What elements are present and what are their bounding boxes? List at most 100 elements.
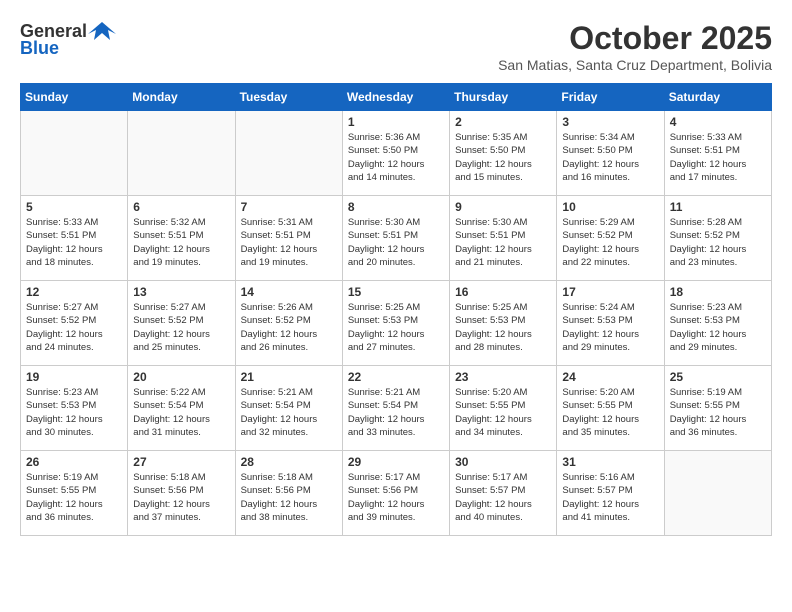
day-number: 21 [241, 370, 337, 384]
calendar-cell: 15Sunrise: 5:25 AMSunset: 5:53 PMDayligh… [342, 281, 449, 366]
logo-blue-text: Blue [20, 38, 59, 59]
cell-content: Sunrise: 5:19 AMSunset: 5:55 PMDaylight:… [26, 471, 122, 524]
cell-content: Sunrise: 5:27 AMSunset: 5:52 PMDaylight:… [133, 301, 229, 354]
calendar-header-row: SundayMondayTuesdayWednesdayThursdayFrid… [21, 84, 772, 111]
day-number: 3 [562, 115, 658, 129]
calendar-week-row: 5 Sunrise: 5:33 AMSunset: 5:51 PMDaylight… [21, 196, 772, 281]
calendar-cell: 13 Sunrise: 5:27 AMSunset: 5:52 PMDayligh… [128, 281, 235, 366]
calendar-cell: 3 Sunrise: 5:34 AMSunset: 5:50 PMDaylight… [557, 111, 664, 196]
day-number: 13 [133, 285, 229, 299]
calendar-cell: 1Sunrise: 5:36 AMSunset: 5:50 PMDaylight… [342, 111, 449, 196]
page-header: General Blue October 2025 San Matias, Sa… [20, 20, 772, 73]
calendar-cell: 31Sunrise: 5:16 AMSunset: 5:57 PMDayligh… [557, 451, 664, 536]
day-header-saturday: Saturday [664, 84, 771, 111]
logo-bird-icon [88, 20, 116, 42]
cell-content: Sunrise: 5:17 AMSunset: 5:56 PMDaylight:… [348, 471, 444, 524]
day-number: 10 [562, 200, 658, 214]
calendar-cell [235, 111, 342, 196]
calendar-cell: 18Sunrise: 5:23 AMSunset: 5:53 PMDayligh… [664, 281, 771, 366]
cell-content: Sunrise: 5:27 AMSunset: 5:52 PMDaylight:… [26, 301, 122, 354]
calendar-cell: 9 Sunrise: 5:30 AMSunset: 5:51 PMDaylight… [450, 196, 557, 281]
day-number: 30 [455, 455, 551, 469]
day-number: 29 [348, 455, 444, 469]
day-number: 4 [670, 115, 766, 129]
day-header-tuesday: Tuesday [235, 84, 342, 111]
logo: General Blue [20, 20, 117, 59]
calendar-cell: 7Sunrise: 5:31 AMSunset: 5:51 PMDaylight… [235, 196, 342, 281]
cell-content: Sunrise: 5:20 AMSunset: 5:55 PMDaylight:… [455, 386, 551, 439]
month-title: October 2025 [498, 20, 772, 57]
calendar-cell: 19 Sunrise: 5:23 AMSunset: 5:53 PMDayligh… [21, 366, 128, 451]
day-number: 14 [241, 285, 337, 299]
cell-content: Sunrise: 5:16 AMSunset: 5:57 PMDaylight:… [562, 471, 658, 524]
calendar-week-row: 1Sunrise: 5:36 AMSunset: 5:50 PMDaylight… [21, 111, 772, 196]
day-number: 2 [455, 115, 551, 129]
day-header-monday: Monday [128, 84, 235, 111]
cell-content: Sunrise: 5:35 AMSunset: 5:50 PMDaylight:… [455, 131, 551, 184]
cell-content: Sunrise: 5:33 AMSunset: 5:51 PMDaylight:… [26, 216, 122, 269]
calendar-cell: 21 Sunrise: 5:21 AMSunset: 5:54 PMDayligh… [235, 366, 342, 451]
calendar-cell: 10 Sunrise: 5:29 AMSunset: 5:52 PMDayligh… [557, 196, 664, 281]
cell-content: Sunrise: 5:30 AMSunset: 5:51 PMDaylight:… [348, 216, 444, 269]
cell-content: Sunrise: 5:18 AMSunset: 5:56 PMDaylight:… [133, 471, 229, 524]
day-number: 22 [348, 370, 444, 384]
calendar-cell [21, 111, 128, 196]
day-header-wednesday: Wednesday [342, 84, 449, 111]
calendar-cell: 17 Sunrise: 5:24 AMSunset: 5:53 PMDayligh… [557, 281, 664, 366]
calendar-cell: 24Sunrise: 5:20 AMSunset: 5:55 PMDayligh… [557, 366, 664, 451]
calendar-cell: 22 Sunrise: 5:21 AMSunset: 5:54 PMDayligh… [342, 366, 449, 451]
cell-content: Sunrise: 5:25 AMSunset: 5:53 PMDaylight:… [455, 301, 551, 354]
day-number: 16 [455, 285, 551, 299]
day-number: 11 [670, 200, 766, 214]
calendar-cell: 16 Sunrise: 5:25 AMSunset: 5:53 PMDayligh… [450, 281, 557, 366]
calendar-cell: 8Sunrise: 5:30 AMSunset: 5:51 PMDaylight… [342, 196, 449, 281]
day-number: 28 [241, 455, 337, 469]
day-number: 26 [26, 455, 122, 469]
calendar-cell: 5 Sunrise: 5:33 AMSunset: 5:51 PMDaylight… [21, 196, 128, 281]
day-number: 25 [670, 370, 766, 384]
cell-content: Sunrise: 5:28 AMSunset: 5:52 PMDaylight:… [670, 216, 766, 269]
day-number: 12 [26, 285, 122, 299]
calendar-cell [128, 111, 235, 196]
calendar-cell: 20 Sunrise: 5:22 AMSunset: 5:54 PMDayligh… [128, 366, 235, 451]
day-number: 6 [133, 200, 229, 214]
day-header-friday: Friday [557, 84, 664, 111]
cell-content: Sunrise: 5:29 AMSunset: 5:52 PMDaylight:… [562, 216, 658, 269]
day-number: 7 [241, 200, 337, 214]
day-number: 24 [562, 370, 658, 384]
cell-content: Sunrise: 5:23 AMSunset: 5:53 PMDaylight:… [670, 301, 766, 354]
day-header-thursday: Thursday [450, 84, 557, 111]
day-number: 19 [26, 370, 122, 384]
calendar-week-row: 19 Sunrise: 5:23 AMSunset: 5:53 PMDayligh… [21, 366, 772, 451]
cell-content: Sunrise: 5:21 AMSunset: 5:54 PMDaylight:… [241, 386, 337, 439]
cell-content: Sunrise: 5:19 AMSunset: 5:55 PMDaylight:… [670, 386, 766, 439]
calendar-cell: 14Sunrise: 5:26 AMSunset: 5:52 PMDayligh… [235, 281, 342, 366]
calendar-cell: 11 Sunrise: 5:28 AMSunset: 5:52 PMDayligh… [664, 196, 771, 281]
cell-content: Sunrise: 5:21 AMSunset: 5:54 PMDaylight:… [348, 386, 444, 439]
calendar-cell: 6Sunrise: 5:32 AMSunset: 5:51 PMDaylight… [128, 196, 235, 281]
cell-content: Sunrise: 5:30 AMSunset: 5:51 PMDaylight:… [455, 216, 551, 269]
day-number: 23 [455, 370, 551, 384]
calendar-cell: 23 Sunrise: 5:20 AMSunset: 5:55 PMDayligh… [450, 366, 557, 451]
cell-content: Sunrise: 5:33 AMSunset: 5:51 PMDaylight:… [670, 131, 766, 184]
calendar-table: SundayMondayTuesdayWednesdayThursdayFrid… [20, 83, 772, 536]
cell-content: Sunrise: 5:25 AMSunset: 5:53 PMDaylight:… [348, 301, 444, 354]
location-title: San Matias, Santa Cruz Department, Boliv… [498, 57, 772, 73]
day-number: 20 [133, 370, 229, 384]
cell-content: Sunrise: 5:23 AMSunset: 5:53 PMDaylight:… [26, 386, 122, 439]
cell-content: Sunrise: 5:18 AMSunset: 5:56 PMDaylight:… [241, 471, 337, 524]
cell-content: Sunrise: 5:24 AMSunset: 5:53 PMDaylight:… [562, 301, 658, 354]
calendar-cell: 30 Sunrise: 5:17 AMSunset: 5:57 PMDayligh… [450, 451, 557, 536]
cell-content: Sunrise: 5:34 AMSunset: 5:50 PMDaylight:… [562, 131, 658, 184]
day-number: 9 [455, 200, 551, 214]
day-number: 5 [26, 200, 122, 214]
calendar-week-row: 12 Sunrise: 5:27 AMSunset: 5:52 PMDayligh… [21, 281, 772, 366]
calendar-cell: 26 Sunrise: 5:19 AMSunset: 5:55 PMDayligh… [21, 451, 128, 536]
calendar-cell: 4 Sunrise: 5:33 AMSunset: 5:51 PMDaylight… [664, 111, 771, 196]
calendar-cell: 2 Sunrise: 5:35 AMSunset: 5:50 PMDaylight… [450, 111, 557, 196]
title-section: October 2025 San Matias, Santa Cruz Depa… [498, 20, 772, 73]
cell-content: Sunrise: 5:17 AMSunset: 5:57 PMDaylight:… [455, 471, 551, 524]
calendar-cell: 25 Sunrise: 5:19 AMSunset: 5:55 PMDayligh… [664, 366, 771, 451]
day-number: 17 [562, 285, 658, 299]
cell-content: Sunrise: 5:22 AMSunset: 5:54 PMDaylight:… [133, 386, 229, 439]
